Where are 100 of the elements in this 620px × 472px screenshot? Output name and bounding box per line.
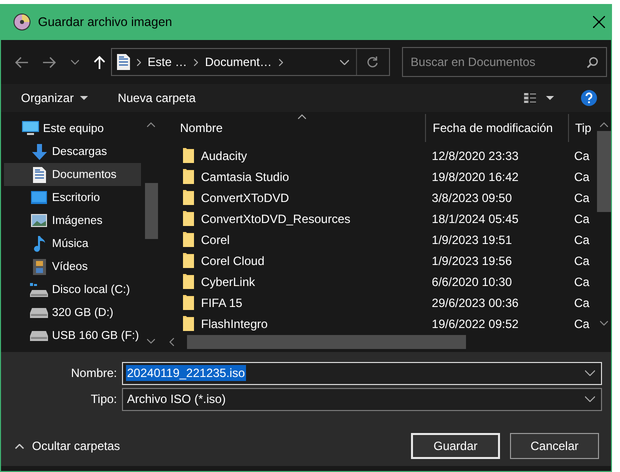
file-name[interactable]: Corel [201, 232, 230, 246]
monitor-icon [22, 121, 38, 136]
folder-icon [183, 316, 194, 331]
scroll-down-icon[interactable] [600, 321, 608, 326]
table-cell-text: Ca [573, 274, 590, 288]
organize-menu[interactable]: Organizar [21, 91, 88, 105]
cancel-button[interactable]: Cancelar [510, 433, 599, 459]
table-cell-text: Ca [573, 212, 590, 226]
refresh-icon[interactable] [367, 56, 378, 68]
field-label: Nombre: [70, 366, 118, 380]
folder-icon [183, 148, 194, 163]
window-title: Guardar archivo imagen [38, 15, 174, 29]
folder-icon [183, 232, 194, 247]
sidebar-item[interactable]: Música [4, 232, 141, 255]
folder-icon [183, 295, 194, 310]
sort-caret-icon [298, 114, 306, 119]
chevron-right-icon[interactable] [136, 58, 141, 66]
table-cell-text: 19/8/2020 16:42 [430, 170, 520, 184]
table-cell-text: Ca [573, 170, 590, 184]
sidebar-item[interactable]: 320 GB (D:) [4, 301, 141, 324]
chevron-down-icon[interactable] [585, 396, 595, 402]
scrollbar-thumb[interactable] [597, 131, 611, 212]
music-note-icon [33, 236, 45, 252]
table-cell-text: Ca [573, 148, 590, 162]
chevron-down-icon[interactable] [585, 370, 595, 376]
search-field[interactable]: Buscar en Documentos [402, 47, 607, 77]
film-icon [32, 258, 46, 274]
drive-icon [30, 308, 48, 318]
table-cell-text: Ca [573, 190, 590, 204]
table-cell-text: 3/8/2023 09:50 [430, 190, 513, 204]
up-arrow-icon[interactable] [94, 56, 105, 68]
landscape-icon [31, 214, 47, 227]
breadcrumb[interactable]: Este … [148, 55, 188, 69]
sidebar-item[interactable]: Documentos [4, 163, 141, 186]
drive-icon [30, 282, 48, 296]
file-name[interactable]: CyberLink [201, 274, 256, 288]
caret-up-icon [15, 444, 24, 448]
forward-arrow-icon[interactable] [43, 56, 56, 68]
folder-icon [183, 190, 194, 205]
sidebar-item[interactable]: Disco local (C:) [4, 278, 141, 301]
chevron-down-icon[interactable] [340, 60, 349, 64]
table-cell-text: Ca [573, 296, 590, 310]
file-name[interactable]: Camtasia Studio [201, 170, 290, 184]
drive-icon [30, 330, 48, 340]
sidebar-item[interactable]: Imágenes [4, 209, 141, 232]
caret-icon [80, 96, 88, 100]
sidebar-item[interactable]: Escritorio [4, 186, 141, 209]
scrollbar-thumb[interactable] [144, 183, 158, 239]
back-arrow-icon[interactable] [15, 56, 28, 68]
column-header[interactable]: Nombre [166, 114, 425, 142]
sidebar-item[interactable]: Este equipo [4, 117, 141, 140]
sidebar-item[interactable]: USB 160 GB (F:) [4, 324, 141, 347]
table-cell-text: 12/8/2020 23:33 [430, 148, 520, 162]
document-icon [116, 54, 130, 70]
table-cell-text: 1/9/2023 19:56 [430, 254, 513, 268]
field-label: Tipo: [90, 392, 118, 406]
table-cell-text: 29/6/2023 00:36 [430, 296, 520, 310]
view-options-icon[interactable] [524, 93, 554, 103]
chevron-down-icon[interactable] [71, 60, 79, 64]
document-icon [32, 166, 46, 182]
column-header[interactable]: Fecha de modificación [424, 114, 568, 142]
file-name[interactable]: ConvertXtoDVD_Resources [201, 212, 350, 226]
table-cell-text: Ca [573, 316, 590, 330]
table-cell-text: 19/6/2022 09:52 [430, 316, 520, 330]
table-cell-text: 1/9/2023 19:51 [430, 232, 513, 246]
sidebar-item[interactable]: Vídeos [4, 255, 141, 278]
file-name[interactable]: Corel Cloud [201, 254, 264, 268]
folder-icon [183, 253, 194, 268]
close-icon[interactable] [593, 16, 605, 28]
folder-icon [183, 169, 194, 184]
filename-field[interactable]: 20240119_221235.iso [122, 362, 602, 384]
chevron-right-icon[interactable] [278, 58, 283, 66]
folder-icon [183, 274, 194, 289]
scroll-up-icon[interactable] [147, 122, 155, 127]
scroll-up-icon[interactable] [600, 122, 608, 127]
desktop-icon [31, 191, 47, 204]
address-bar[interactable]: Este … Document… [110, 48, 390, 76]
scrollbar-thumb[interactable] [187, 335, 466, 349]
table-cell-text: 18/1/2024 05:45 [430, 212, 520, 226]
scroll-down-icon[interactable] [147, 339, 155, 344]
save-button[interactable]: Guardar [411, 433, 500, 459]
chevron-right-icon[interactable] [194, 58, 198, 66]
scroll-left-icon[interactable] [169, 338, 174, 346]
folder-icon [183, 211, 194, 226]
table-cell-text: Ca [573, 254, 590, 268]
table-cell-text: 6/6/2020 10:30 [430, 274, 513, 288]
new-folder-button[interactable]: Nueva carpeta [118, 91, 196, 105]
search-icon[interactable] [587, 56, 598, 68]
file-name[interactable]: Audacity [201, 148, 248, 162]
file-type-dropdown[interactable]: Archivo ISO (*.iso) [122, 388, 602, 410]
down-arrow-icon [32, 144, 46, 160]
help-icon[interactable] [581, 90, 597, 106]
file-name[interactable]: FIFA 15 [201, 296, 242, 310]
file-name[interactable]: FlashIntegro [201, 316, 268, 330]
sidebar-item[interactable]: Descargas [4, 140, 141, 163]
disc-icon [13, 13, 31, 31]
table-cell-text: Ca [573, 232, 590, 246]
breadcrumb[interactable]: Document… [205, 55, 272, 69]
file-name[interactable]: ConvertXToDVD [201, 190, 290, 204]
hide-folders-toggle[interactable]: Ocultar carpetas [15, 439, 120, 453]
